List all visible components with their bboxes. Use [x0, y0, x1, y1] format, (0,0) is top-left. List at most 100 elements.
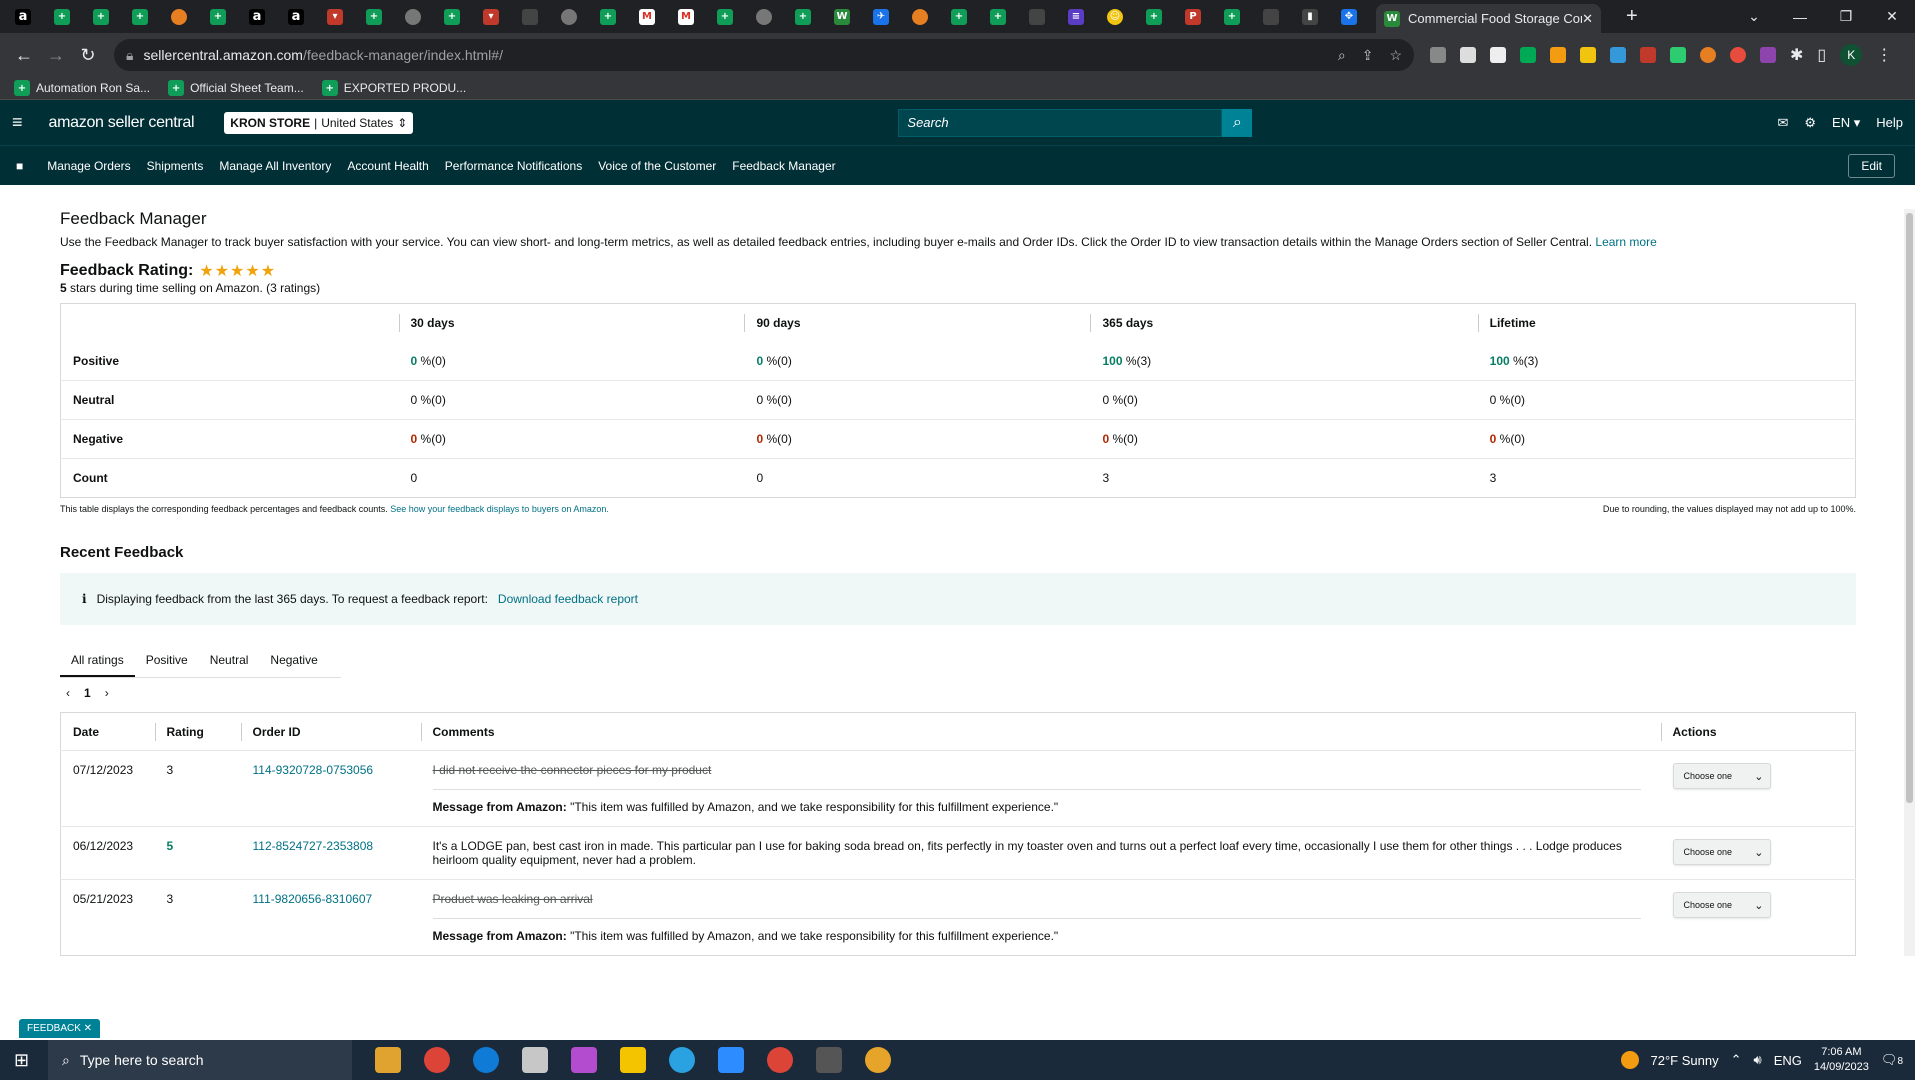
browser-tab[interactable]: +: [203, 5, 233, 29]
nav-item-shipments[interactable]: Shipments: [147, 159, 204, 173]
browser-tab[interactable]: [515, 5, 545, 29]
edge-icon[interactable]: [473, 1047, 499, 1073]
calculator-icon[interactable]: [816, 1047, 842, 1073]
browser-tab[interactable]: a: [281, 5, 311, 29]
app-icon[interactable]: [865, 1047, 891, 1073]
zoom-icon[interactable]: ⌕: [1338, 47, 1346, 64]
browser-tab[interactable]: +: [710, 5, 740, 29]
edit-nav-button[interactable]: Edit: [1848, 153, 1895, 178]
browser-tab[interactable]: a: [242, 5, 272, 29]
browser-tab[interactable]: +: [1139, 5, 1169, 29]
extension-icon[interactable]: [1670, 47, 1686, 63]
telegram-icon[interactable]: [669, 1047, 695, 1073]
browser-tab[interactable]: +: [125, 5, 155, 29]
extension-icon[interactable]: [1580, 47, 1596, 63]
page-number[interactable]: 1: [84, 686, 91, 700]
sticky-notes-icon[interactable]: [620, 1047, 646, 1073]
amazon-seller-central-logo[interactable]: amazon seller central: [49, 114, 195, 132]
tab-all-ratings[interactable]: All ratings: [60, 645, 135, 677]
browser-tab[interactable]: [554, 5, 584, 29]
order-id-link[interactable]: 111-9820656-8310607: [253, 892, 373, 906]
close-tab-icon[interactable]: ✕: [1582, 11, 1593, 27]
sidebar-icon[interactable]: ▯: [1817, 45, 1826, 65]
reload-icon[interactable]: ↻: [72, 45, 104, 66]
browser-tab[interactable]: +: [944, 5, 974, 29]
choose-action-dropdown[interactable]: Choose one ⌄: [1672, 763, 1771, 789]
browser-tab[interactable]: +: [86, 5, 116, 29]
browser-tab[interactable]: [164, 5, 194, 29]
url-input[interactable]: 🔒︎ sellercentral.amazon.com/feedback-man…: [114, 39, 1414, 71]
choose-action-dropdown[interactable]: Choose one ⌄: [1672, 839, 1771, 865]
browser-tab[interactable]: ✈: [866, 5, 896, 29]
extension-icon[interactable]: [1760, 47, 1776, 63]
learn-more-link[interactable]: Learn more: [1595, 235, 1656, 249]
browser-tab[interactable]: ▾: [476, 5, 506, 29]
browser-tab[interactable]: +: [788, 5, 818, 29]
search-button[interactable]: ⌕: [1222, 108, 1253, 137]
app-icon[interactable]: [571, 1047, 597, 1073]
order-id-link[interactable]: 114-9320728-0753056: [253, 763, 374, 777]
browser-tab[interactable]: [1256, 5, 1286, 29]
nav-item-account-health[interactable]: Account Health: [347, 159, 428, 173]
tab-negative[interactable]: Negative: [259, 645, 328, 677]
extension-icon[interactable]: [1730, 47, 1746, 63]
browser-tab[interactable]: ▾: [320, 5, 350, 29]
feedback-widget-button[interactable]: FEEDBACK ✕: [19, 1019, 101, 1038]
browser-tab[interactable]: W: [827, 5, 857, 29]
extension-icon[interactable]: [1700, 47, 1716, 63]
taskbar-search-input[interactable]: ⌕ Type here to search: [48, 1040, 352, 1080]
next-page-icon[interactable]: ›: [105, 686, 109, 700]
tab-neutral[interactable]: Neutral: [199, 645, 260, 677]
choose-action-dropdown[interactable]: Choose one ⌄: [1672, 892, 1771, 918]
browser-tab[interactable]: ☺: [1100, 5, 1130, 29]
profile-avatar[interactable]: K: [1840, 44, 1863, 66]
see-feedback-link[interactable]: See how your feedback displays to buyers…: [390, 504, 609, 514]
extension-icon[interactable]: [1490, 47, 1506, 63]
back-icon[interactable]: ←: [8, 45, 40, 66]
clock[interactable]: 7:06 AM 14/09/2023: [1814, 1045, 1869, 1075]
browser-tab[interactable]: [749, 5, 779, 29]
minimize-button[interactable]: —: [1777, 0, 1823, 33]
close-window-button[interactable]: ✕: [1869, 0, 1915, 33]
nav-item-feedback-manager[interactable]: Feedback Manager: [732, 159, 835, 173]
browser-tab[interactable]: ≡: [1061, 5, 1091, 29]
browser-tab[interactable]: +: [593, 5, 623, 29]
scrollbar[interactable]: [1904, 209, 1915, 956]
order-id-link[interactable]: 112-8524727-2353808: [253, 839, 374, 853]
chrome-icon[interactable]: [424, 1047, 450, 1073]
bookmark-item[interactable]: + EXPORTED PRODU...: [321, 80, 466, 96]
notification-icon[interactable]: 🗨︎8: [1881, 1052, 1903, 1068]
hamburger-menu-icon[interactable]: ≡: [12, 112, 23, 133]
input-language[interactable]: ENG: [1774, 1053, 1802, 1068]
bookmark-item[interactable]: + Official Sheet Team...: [168, 80, 304, 96]
browser-tab[interactable]: [1022, 5, 1052, 29]
browser-tab[interactable]: +: [1217, 5, 1247, 29]
extension-icon[interactable]: [1430, 47, 1446, 63]
active-tab[interactable]: W Commercial Food Storage Conta ✕: [1376, 4, 1601, 33]
file-explorer-icon[interactable]: [375, 1047, 401, 1073]
tab-positive[interactable]: Positive: [135, 645, 199, 677]
browser-tab[interactable]: P: [1178, 5, 1208, 29]
extension-icon[interactable]: [1520, 47, 1536, 63]
browser-tab[interactable]: M: [671, 5, 701, 29]
browser-tab[interactable]: +: [359, 5, 389, 29]
volume-icon[interactable]: 🔊︎: [1753, 1052, 1761, 1068]
bookmark-item[interactable]: + Automation Ron Sa...: [14, 80, 150, 96]
language-selector[interactable]: EN ▾: [1832, 115, 1860, 131]
download-report-link[interactable]: Download feedback report: [498, 592, 638, 606]
app-icon[interactable]: [522, 1047, 548, 1073]
weather-text[interactable]: 72°F Sunny: [1651, 1053, 1719, 1068]
chrome-profile-icon[interactable]: [767, 1047, 793, 1073]
menu-dots-icon[interactable]: ⋮: [1876, 45, 1892, 65]
nav-item-manage-orders[interactable]: Manage Orders: [47, 159, 130, 173]
prev-page-icon[interactable]: ‹: [66, 686, 70, 700]
nav-item-performance-notifications[interactable]: Performance Notifications: [445, 159, 582, 173]
help-link[interactable]: Help: [1876, 115, 1903, 130]
nav-item-manage-all-inventory[interactable]: Manage All Inventory: [219, 159, 331, 173]
puzzle-extensions-icon[interactable]: ✱: [1790, 45, 1803, 65]
windows-start-icon[interactable]: ⊞: [14, 1050, 29, 1071]
bookmark-star-icon[interactable]: ☆: [1389, 47, 1402, 64]
browser-tab[interactable]: ✥: [1334, 5, 1364, 29]
chevron-up-icon[interactable]: ⌃: [1731, 1052, 1742, 1068]
mail-icon[interactable]: ✉: [1777, 115, 1788, 131]
